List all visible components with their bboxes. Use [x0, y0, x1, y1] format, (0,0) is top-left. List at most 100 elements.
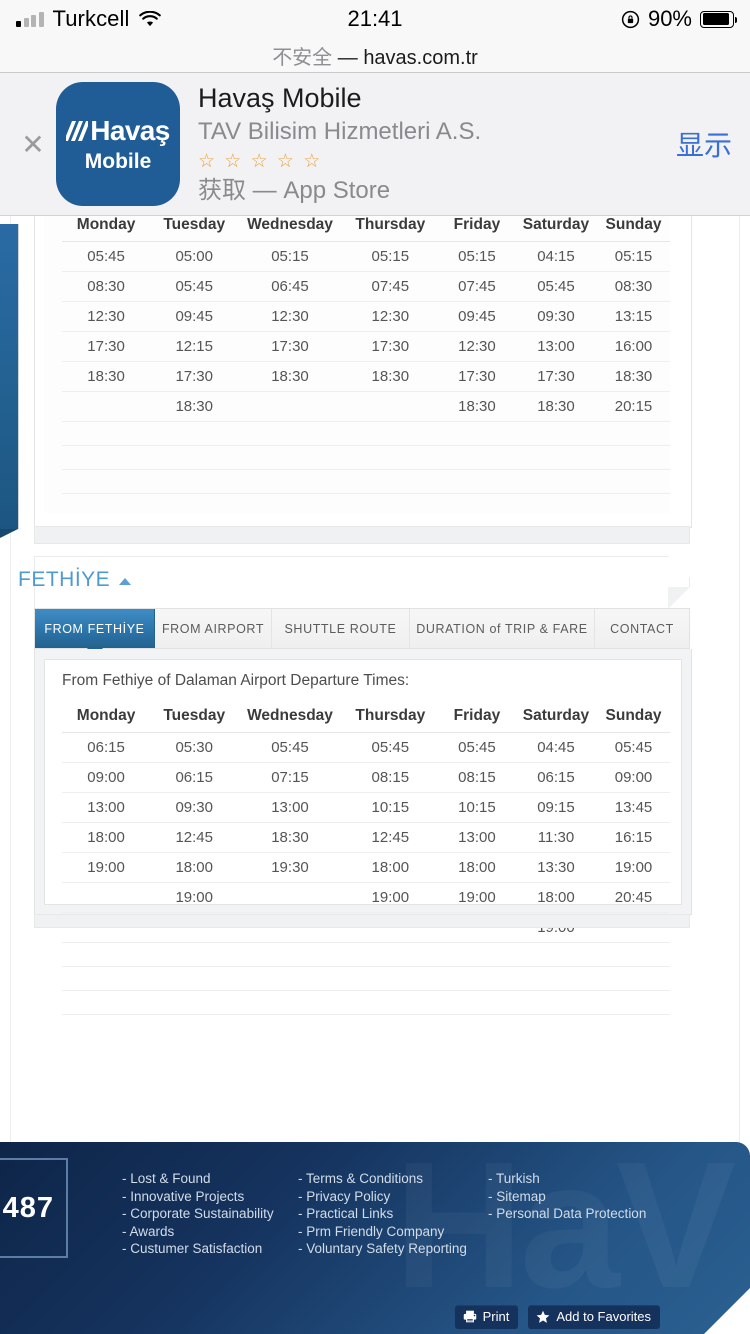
- column-header-wednesday: Wednesday: [238, 701, 342, 733]
- cell-empty: [597, 990, 670, 1015]
- cell-time: 18:30: [62, 361, 151, 392]
- cell-time: 09:15: [514, 792, 598, 823]
- site-footer: HaV 0 487 - Lost & Found - Innovative Pr…: [0, 1142, 750, 1334]
- column-header-thursday: Thursday: [341, 701, 439, 733]
- cell-empty: [341, 469, 439, 494]
- app-banner-view-button[interactable]: 显示: [662, 124, 732, 164]
- cell-time: 13:30: [514, 852, 598, 883]
- cell-empty: [514, 966, 598, 991]
- footer-link-voluntary-safety-reporting[interactable]: - Voluntary Safety Reporting: [298, 1240, 488, 1258]
- footer-link-terms-conditions[interactable]: - Terms & Conditions: [298, 1170, 488, 1188]
- footer-link-turkish[interactable]: - Turkish: [488, 1170, 664, 1188]
- print-label: Print: [482, 1309, 510, 1324]
- cell-time: 04:45: [514, 732, 598, 763]
- cell-time: 05:30: [150, 732, 239, 763]
- cell-time: 09:00: [62, 762, 151, 793]
- cell-time: 19:00: [597, 852, 670, 883]
- cell-time: 18:00: [341, 852, 439, 883]
- footer-link-customer-satisfaction[interactable]: - Custumer Satisfaction: [122, 1240, 298, 1258]
- footer-link-lost-found[interactable]: - Lost & Found: [122, 1170, 298, 1188]
- footer-link-awards[interactable]: - Awards: [122, 1223, 298, 1241]
- browser-url-bar[interactable]: 不安全 — havas.com.tr: [0, 38, 750, 73]
- cell-time: 05:15: [597, 241, 670, 272]
- tab-from-fethiye[interactable]: FROM FETHİYE: [35, 609, 155, 657]
- footer-link-corporate-sustainability[interactable]: - Corporate Sustainability: [122, 1205, 298, 1223]
- table-header-row: Monday Tuesday Wednesday Thursday Friday…: [62, 216, 670, 242]
- timetable-caption: From Fethiye of Dalaman Airport Departur…: [62, 672, 410, 689]
- caret-up-icon[interactable]: [119, 577, 132, 585]
- printer-icon: [463, 1310, 476, 1323]
- section-title-fethiye[interactable]: FETHİYE: [18, 568, 132, 592]
- cell-time: 05:45: [341, 732, 439, 763]
- app-icon: Havaş Mobile: [56, 82, 180, 206]
- footer-link-columns: - Lost & Found - Innovative Projects - C…: [122, 1170, 664, 1258]
- cell-time: 10:15: [341, 792, 439, 823]
- cell-empty: [150, 469, 239, 494]
- url-display[interactable]: 不安全 — havas.com.tr: [272, 41, 478, 70]
- cell-empty: [238, 942, 342, 967]
- footer-link-personal-data-protection[interactable]: - Personal Data Protection: [488, 1205, 664, 1223]
- footer-link-prm-friendly-company[interactable]: - Prm Friendly Company: [298, 1223, 488, 1241]
- ios-status-bar: Turkcell 21:41 90%: [0, 0, 750, 38]
- cell-empty: [514, 445, 598, 470]
- tab-from-airport[interactable]: FROM AIRPORT: [155, 609, 272, 648]
- top-timetable-table-wrap: Monday Tuesday Wednesday Thursday Friday…: [62, 216, 670, 494]
- column-header-friday: Friday: [438, 216, 515, 242]
- cell-time: 07:45: [438, 271, 515, 302]
- tab-label: FROM FETHİYE: [44, 621, 145, 636]
- cell-time: 04:15: [514, 241, 598, 272]
- table-row-empty: [62, 469, 670, 494]
- cell-empty: [62, 966, 151, 991]
- table-row: 19:00 18:00 19:30 18:00 18:00 13:30 19:0…: [62, 852, 670, 883]
- add-to-favorites-button[interactable]: Add to Favorites: [528, 1305, 660, 1329]
- cell-time: 13:00: [514, 331, 598, 362]
- cell-time: 05:15: [341, 241, 439, 272]
- favorites-label: Add to Favorites: [556, 1309, 651, 1324]
- footer-link-sitemap[interactable]: - Sitemap: [488, 1188, 664, 1206]
- cell-time: 05:45: [438, 732, 515, 763]
- footer-link-innovative-projects[interactable]: - Innovative Projects: [122, 1188, 298, 1206]
- column-header-tuesday: Tuesday: [150, 216, 239, 242]
- url-separator: —: [337, 46, 358, 69]
- cell-empty: [150, 942, 239, 967]
- cell-empty: [438, 966, 515, 991]
- cell-time: 05:45: [514, 271, 598, 302]
- footer-column-2: - Terms & Conditions - Privacy Policy - …: [298, 1170, 488, 1258]
- tab-shuttle-route[interactable]: SHUTTLE ROUTE: [272, 609, 410, 648]
- cell-empty: [438, 990, 515, 1015]
- cell-empty: [62, 445, 151, 470]
- cell-time: 08:30: [62, 271, 151, 302]
- footer-phone-number: 0 487: [0, 1191, 54, 1224]
- table-row: 05:45 05:00 05:15 05:15 05:15 04:15 05:1…: [62, 241, 670, 272]
- footer-link-practical-links[interactable]: - Practical Links: [298, 1205, 488, 1223]
- cell-time: 09:30: [514, 301, 598, 332]
- footer-column-3: - Turkish - Sitemap - Personal Data Prot…: [488, 1170, 664, 1258]
- cell-time: 17:30: [341, 331, 439, 362]
- cell-time: 17:30: [238, 331, 342, 362]
- cell-empty: [597, 421, 670, 446]
- cell-time: 12:30: [438, 331, 515, 362]
- table-row-empty: [62, 990, 670, 1015]
- cell-time: 18:00: [150, 852, 239, 883]
- tab-duration-trip-fare[interactable]: DURATION of TRIP & FARE: [410, 609, 595, 648]
- close-icon[interactable]: ✕: [10, 128, 56, 161]
- column-header-monday: Monday: [62, 216, 151, 242]
- table-row: 17:30 12:15 17:30 17:30 12:30 13:00 16:0…: [62, 331, 670, 362]
- footer-link-privacy-policy[interactable]: - Privacy Policy: [298, 1188, 488, 1206]
- cell-empty: [597, 942, 670, 967]
- column-header-friday: Friday: [438, 701, 515, 733]
- tab-contact[interactable]: CONTACT: [595, 609, 689, 648]
- print-button[interactable]: Print: [454, 1305, 519, 1329]
- cell-empty: [62, 990, 151, 1015]
- cell-time: 05:45: [62, 241, 151, 272]
- table-row: 12:30 09:45 12:30 12:30 09:45 09:30 13:1…: [62, 301, 670, 332]
- section-header-fethiye[interactable]: [34, 556, 690, 609]
- column-header-thursday: Thursday: [341, 216, 439, 242]
- cell-empty: [62, 469, 151, 494]
- cell-time: 05:15: [438, 241, 515, 272]
- column-header-saturday: Saturday: [514, 701, 598, 733]
- battery-icon: [700, 10, 737, 28]
- column-header-sunday: Sunday: [597, 701, 670, 733]
- cell-time: 13:45: [597, 792, 670, 823]
- cell-empty: [238, 445, 342, 470]
